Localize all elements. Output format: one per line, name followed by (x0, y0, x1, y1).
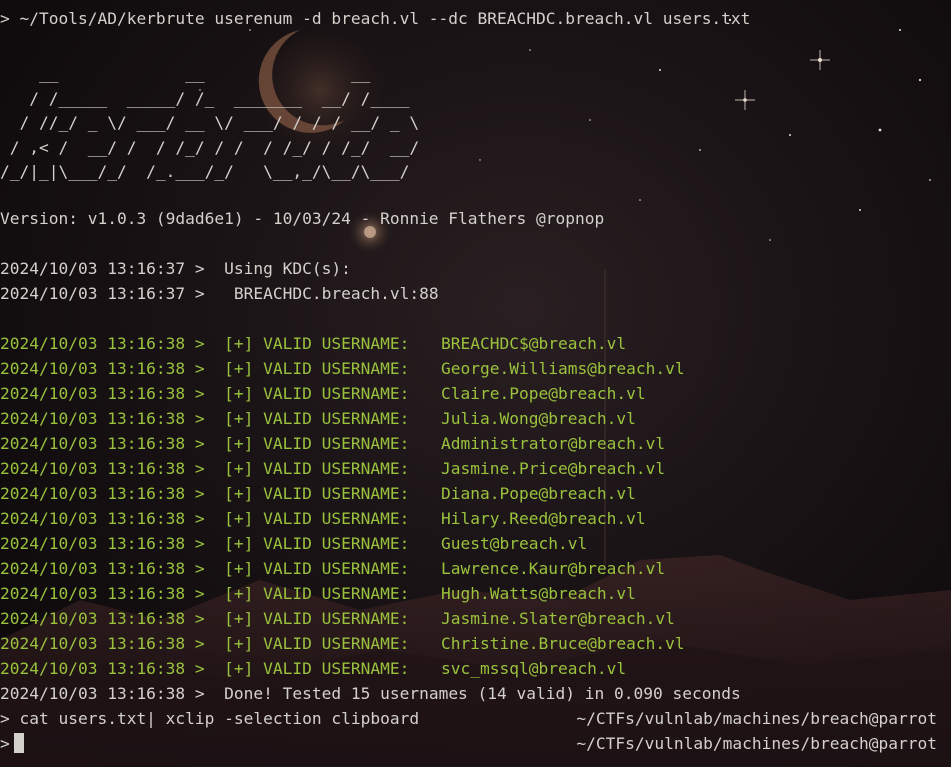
command-line-kerbrute: > ~/Tools/AD/kerbrute userenum -d breach… (0, 9, 751, 28)
result-timestamp: 2024/10/03 13:16:38 > (0, 409, 205, 428)
result-timestamp: 2024/10/03 13:16:38 > (0, 334, 205, 353)
version-line: Version: v1.0.3 (9dad6e1) - 10/03/24 - R… (0, 209, 605, 228)
username-value: svc_mssql@breach.vl (441, 659, 627, 678)
valid-username-label: [+] VALID USERNAME: (204, 559, 410, 578)
result-row: 2024/10/03 13:16:38 > [+] VALID USERNAME… (0, 531, 587, 556)
prompt-symbol: > (0, 734, 10, 753)
result-timestamp: 2024/10/03 13:16:38 > (0, 534, 205, 553)
username-value: Administrator@breach.vl (441, 434, 666, 453)
valid-username-label: [+] VALID USERNAME: (204, 359, 410, 378)
username-value: Christine.Bruce@breach.vl (441, 634, 685, 653)
result-row: 2024/10/03 13:16:38 > [+] VALID USERNAME… (0, 356, 685, 381)
result-timestamp: 2024/10/03 13:16:38 > (0, 384, 205, 403)
username-value: Guest@breach.vl (441, 534, 588, 553)
result-timestamp: 2024/10/03 13:16:38 > (0, 359, 205, 378)
result-timestamp: 2024/10/03 13:16:38 > (0, 509, 205, 528)
result-row: 2024/10/03 13:16:38 > [+] VALID USERNAME… (0, 506, 646, 531)
command-line-xclip: > cat users.txt| xclip -selection clipbo… (0, 709, 420, 728)
result-row: 2024/10/03 13:16:38 > [+] VALID USERNAME… (0, 381, 646, 406)
kdc-line-2: 2024/10/03 13:16:37 > BREACHDC.breach.vl… (0, 284, 439, 303)
username-value: Claire.Pope@breach.vl (441, 384, 646, 403)
valid-username-label: [+] VALID USERNAME: (204, 459, 410, 478)
valid-username-label: [+] VALID USERNAME: (204, 634, 410, 653)
username-value: Jasmine.Price@breach.vl (441, 459, 666, 478)
valid-username-label: [+] VALID USERNAME: (204, 409, 410, 428)
valid-username-label: [+] VALID USERNAME: (204, 509, 410, 528)
valid-username-label: [+] VALID USERNAME: (204, 434, 410, 453)
right-prompt-path-current: ~/CTFs/vulnlab/machines/breach@parrot (576, 734, 937, 753)
result-timestamp: 2024/10/03 13:16:38 > (0, 634, 205, 653)
result-row: 2024/10/03 13:16:38 > [+] VALID USERNAME… (0, 581, 636, 606)
result-timestamp: 2024/10/03 13:16:38 > (0, 609, 205, 628)
result-timestamp: 2024/10/03 13:16:38 > (0, 584, 205, 603)
valid-username-label: [+] VALID USERNAME: (204, 384, 410, 403)
username-value: Julia.Wong@breach.vl (441, 409, 636, 428)
valid-username-label: [+] VALID USERNAME: (204, 659, 410, 678)
result-row: 2024/10/03 13:16:38 > [+] VALID USERNAME… (0, 406, 636, 431)
right-prompt-path: ~/CTFs/vulnlab/machines/breach@parrot (576, 709, 937, 728)
result-timestamp: 2024/10/03 13:16:38 > (0, 659, 205, 678)
username-value: Lawrence.Kaur@breach.vl (441, 559, 666, 578)
terminal-window[interactable]: > ~/Tools/AD/kerbrute userenum -d breach… (0, 0, 951, 767)
username-value: Hugh.Watts@breach.vl (441, 584, 636, 603)
result-timestamp: 2024/10/03 13:16:38 > (0, 434, 205, 453)
result-timestamp: 2024/10/03 13:16:38 > (0, 559, 205, 578)
kdc-line-1: 2024/10/03 13:16:37 > Using KDC(s): (0, 259, 351, 278)
result-row: 2024/10/03 13:16:38 > [+] VALID USERNAME… (0, 631, 685, 656)
result-row: 2024/10/03 13:16:38 > [+] VALID USERNAME… (0, 431, 665, 456)
result-timestamp: 2024/10/03 13:16:38 > (0, 484, 205, 503)
valid-username-label: [+] VALID USERNAME: (204, 584, 410, 603)
valid-username-label: [+] VALID USERNAME: (204, 334, 410, 353)
result-row: 2024/10/03 13:16:38 > [+] VALID USERNAME… (0, 656, 626, 681)
valid-username-label: [+] VALID USERNAME: (204, 609, 410, 628)
result-row: 2024/10/03 13:16:38 > [+] VALID USERNAME… (0, 606, 675, 631)
kerbrute-ascii-banner: __ __ __ / /_____ _____/ /_ _______ __/ … (0, 64, 420, 181)
text-cursor (13, 733, 24, 753)
result-row: 2024/10/03 13:16:38 > [+] VALID USERNAME… (0, 556, 665, 581)
done-line: 2024/10/03 13:16:38 > Done! Tested 15 us… (0, 684, 741, 703)
username-value: Diana.Pope@breach.vl (441, 484, 636, 503)
valid-username-label: [+] VALID USERNAME: (204, 534, 410, 553)
current-prompt-line[interactable]: > (0, 731, 24, 756)
result-row: 2024/10/03 13:16:38 > [+] VALID USERNAME… (0, 331, 626, 356)
result-timestamp: 2024/10/03 13:16:38 > (0, 459, 205, 478)
username-value: BREACHDC$@breach.vl (441, 334, 627, 353)
valid-username-label: [+] VALID USERNAME: (204, 484, 410, 503)
result-row: 2024/10/03 13:16:38 > [+] VALID USERNAME… (0, 456, 665, 481)
username-value: George.Williams@breach.vl (441, 359, 685, 378)
result-row: 2024/10/03 13:16:38 > [+] VALID USERNAME… (0, 481, 636, 506)
username-value: Jasmine.Slater@breach.vl (441, 609, 675, 628)
username-value: Hilary.Reed@breach.vl (441, 509, 646, 528)
